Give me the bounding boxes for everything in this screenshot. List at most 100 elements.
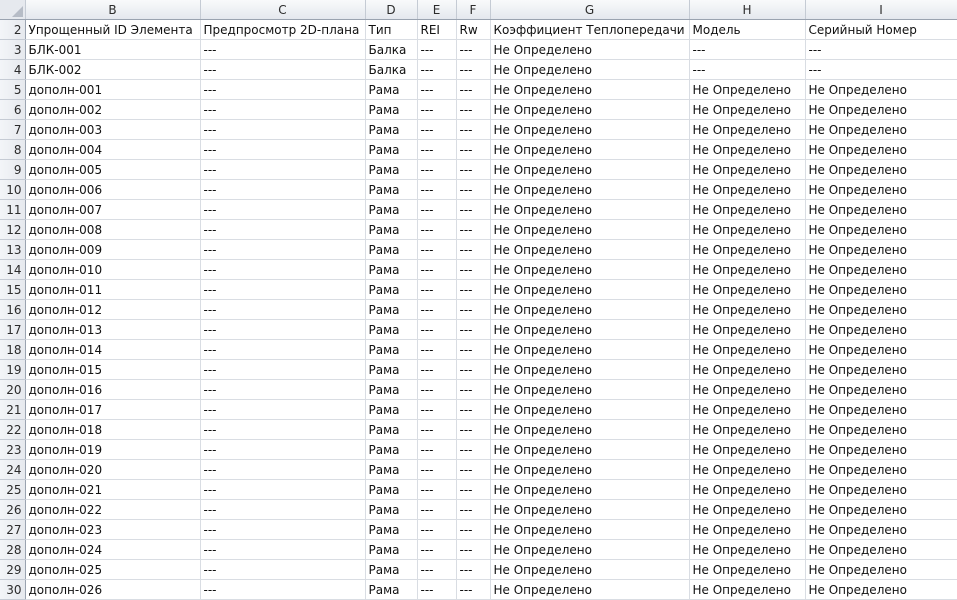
cell-h[interactable]: Не Определено bbox=[689, 299, 806, 320]
row-header[interactable]: 13 bbox=[0, 239, 26, 260]
column-header-b[interactable]: B bbox=[25, 0, 201, 20]
cell-g[interactable]: Не Определено bbox=[490, 539, 690, 560]
cell-b[interactable]: дополн-013 bbox=[25, 319, 201, 340]
cell-c[interactable]: --- bbox=[200, 519, 366, 540]
cell-b[interactable]: дополн-022 bbox=[25, 499, 201, 520]
cell-b[interactable]: дополн-007 bbox=[25, 199, 201, 220]
cell-g[interactable]: Не Определено bbox=[490, 219, 690, 240]
cell-g[interactable]: Не Определено bbox=[490, 319, 690, 340]
cell-e[interactable]: --- bbox=[417, 259, 457, 280]
cell-d[interactable]: Рама bbox=[365, 419, 418, 440]
cell-i[interactable]: Не Определено bbox=[805, 79, 957, 100]
cell-g[interactable]: Не Определено bbox=[490, 419, 690, 440]
cell-f[interactable]: --- bbox=[456, 319, 491, 340]
cell-i[interactable]: Не Определено bbox=[805, 519, 957, 540]
cell-f[interactable]: --- bbox=[456, 79, 491, 100]
row-header[interactable]: 3 bbox=[0, 39, 26, 60]
cell-d[interactable]: Рама bbox=[365, 359, 418, 380]
cell-c[interactable]: --- bbox=[200, 119, 366, 140]
column-header-i[interactable]: I bbox=[805, 0, 957, 20]
row-header[interactable]: 11 bbox=[0, 199, 26, 220]
cell-g[interactable]: Не Определено bbox=[490, 279, 690, 300]
cell-d[interactable]: Рама bbox=[365, 539, 418, 560]
cell-i[interactable]: Не Определено bbox=[805, 559, 957, 580]
cell-f[interactable]: --- bbox=[456, 259, 491, 280]
cell-c[interactable]: --- bbox=[200, 299, 366, 320]
cell-d[interactable]: Рама bbox=[365, 339, 418, 360]
cell-b[interactable]: дополн-012 bbox=[25, 299, 201, 320]
cell-g[interactable]: Не Определено bbox=[490, 499, 690, 520]
cell-b[interactable]: Упрощенный ID Элемента bbox=[25, 19, 201, 40]
cell-d[interactable]: Рама bbox=[365, 379, 418, 400]
cell-c[interactable]: --- bbox=[200, 319, 366, 340]
cell-c[interactable]: --- bbox=[200, 339, 366, 360]
row-header[interactable]: 22 bbox=[0, 419, 26, 440]
cell-f[interactable]: --- bbox=[456, 39, 491, 60]
row-header[interactable]: 29 bbox=[0, 559, 26, 580]
cell-b[interactable]: дополн-015 bbox=[25, 359, 201, 380]
row-header[interactable]: 18 bbox=[0, 339, 26, 360]
cell-c[interactable]: --- bbox=[200, 559, 366, 580]
row-header[interactable]: 16 bbox=[0, 299, 26, 320]
cell-h[interactable]: Не Определено bbox=[689, 259, 806, 280]
cell-g[interactable]: Не Определено bbox=[490, 559, 690, 580]
cell-b[interactable]: дополн-025 bbox=[25, 559, 201, 580]
row-header[interactable]: 27 bbox=[0, 519, 26, 540]
cell-i[interactable]: Не Определено bbox=[805, 439, 957, 460]
cell-h[interactable]: Не Определено bbox=[689, 239, 806, 260]
cell-d[interactable]: Рама bbox=[365, 459, 418, 480]
row-header[interactable]: 12 bbox=[0, 219, 26, 240]
cell-c[interactable]: --- bbox=[200, 459, 366, 480]
cell-g[interactable]: Не Определено bbox=[490, 159, 690, 180]
cell-g[interactable]: Не Определено bbox=[490, 579, 690, 600]
cell-e[interactable]: --- bbox=[417, 159, 457, 180]
cell-g[interactable]: Коэффициент Теплопередачи bbox=[490, 19, 690, 40]
cell-b[interactable]: дополн-008 bbox=[25, 219, 201, 240]
cell-e[interactable]: --- bbox=[417, 119, 457, 140]
cell-i[interactable]: Не Определено bbox=[805, 259, 957, 280]
cell-h[interactable]: --- bbox=[689, 59, 806, 80]
cell-d[interactable]: Рама bbox=[365, 79, 418, 100]
column-header-c[interactable]: C bbox=[200, 0, 366, 20]
cell-e[interactable]: --- bbox=[417, 179, 457, 200]
cell-c[interactable]: --- bbox=[200, 59, 366, 80]
cell-h[interactable]: Не Определено bbox=[689, 479, 806, 500]
cell-e[interactable]: --- bbox=[417, 99, 457, 120]
cell-c[interactable]: --- bbox=[200, 199, 366, 220]
cell-g[interactable]: Не Определено bbox=[490, 259, 690, 280]
cell-e[interactable]: --- bbox=[417, 479, 457, 500]
cell-b[interactable]: дополн-019 bbox=[25, 439, 201, 460]
cell-d[interactable]: Рама bbox=[365, 479, 418, 500]
cell-h[interactable]: Не Определено bbox=[689, 219, 806, 240]
cell-b[interactable]: БЛК-002 bbox=[25, 59, 201, 80]
row-header[interactable]: 4 bbox=[0, 59, 26, 80]
column-header-d[interactable]: D bbox=[365, 0, 418, 20]
cell-h[interactable]: Не Определено bbox=[689, 339, 806, 360]
cell-f[interactable]: --- bbox=[456, 359, 491, 380]
cell-b[interactable]: дополн-023 bbox=[25, 519, 201, 540]
cell-g[interactable]: Не Определено bbox=[490, 139, 690, 160]
cell-h[interactable]: Не Определено bbox=[689, 199, 806, 220]
cell-f[interactable]: --- bbox=[456, 559, 491, 580]
cell-c[interactable]: --- bbox=[200, 579, 366, 600]
cell-b[interactable]: дополн-014 bbox=[25, 339, 201, 360]
cell-f[interactable]: --- bbox=[456, 199, 491, 220]
cell-g[interactable]: Не Определено bbox=[490, 99, 690, 120]
cell-b[interactable]: дополн-021 bbox=[25, 479, 201, 500]
cell-b[interactable]: дополн-020 bbox=[25, 459, 201, 480]
row-header[interactable]: 17 bbox=[0, 319, 26, 340]
cell-g[interactable]: Не Определено bbox=[490, 519, 690, 540]
cell-g[interactable]: Не Определено bbox=[490, 399, 690, 420]
cell-b[interactable]: дополн-024 bbox=[25, 539, 201, 560]
cell-f[interactable]: --- bbox=[456, 339, 491, 360]
cell-i[interactable]: Не Определено bbox=[805, 539, 957, 560]
cell-b[interactable]: БЛК-001 bbox=[25, 39, 201, 60]
cell-i[interactable]: Серийный Номер bbox=[805, 19, 957, 40]
cell-e[interactable]: --- bbox=[417, 79, 457, 100]
cell-c[interactable]: --- bbox=[200, 139, 366, 160]
cell-h[interactable]: Не Определено bbox=[689, 179, 806, 200]
cell-g[interactable]: Не Определено bbox=[490, 339, 690, 360]
cell-e[interactable]: --- bbox=[417, 379, 457, 400]
cell-f[interactable]: --- bbox=[456, 499, 491, 520]
cell-b[interactable]: дополн-002 bbox=[25, 99, 201, 120]
